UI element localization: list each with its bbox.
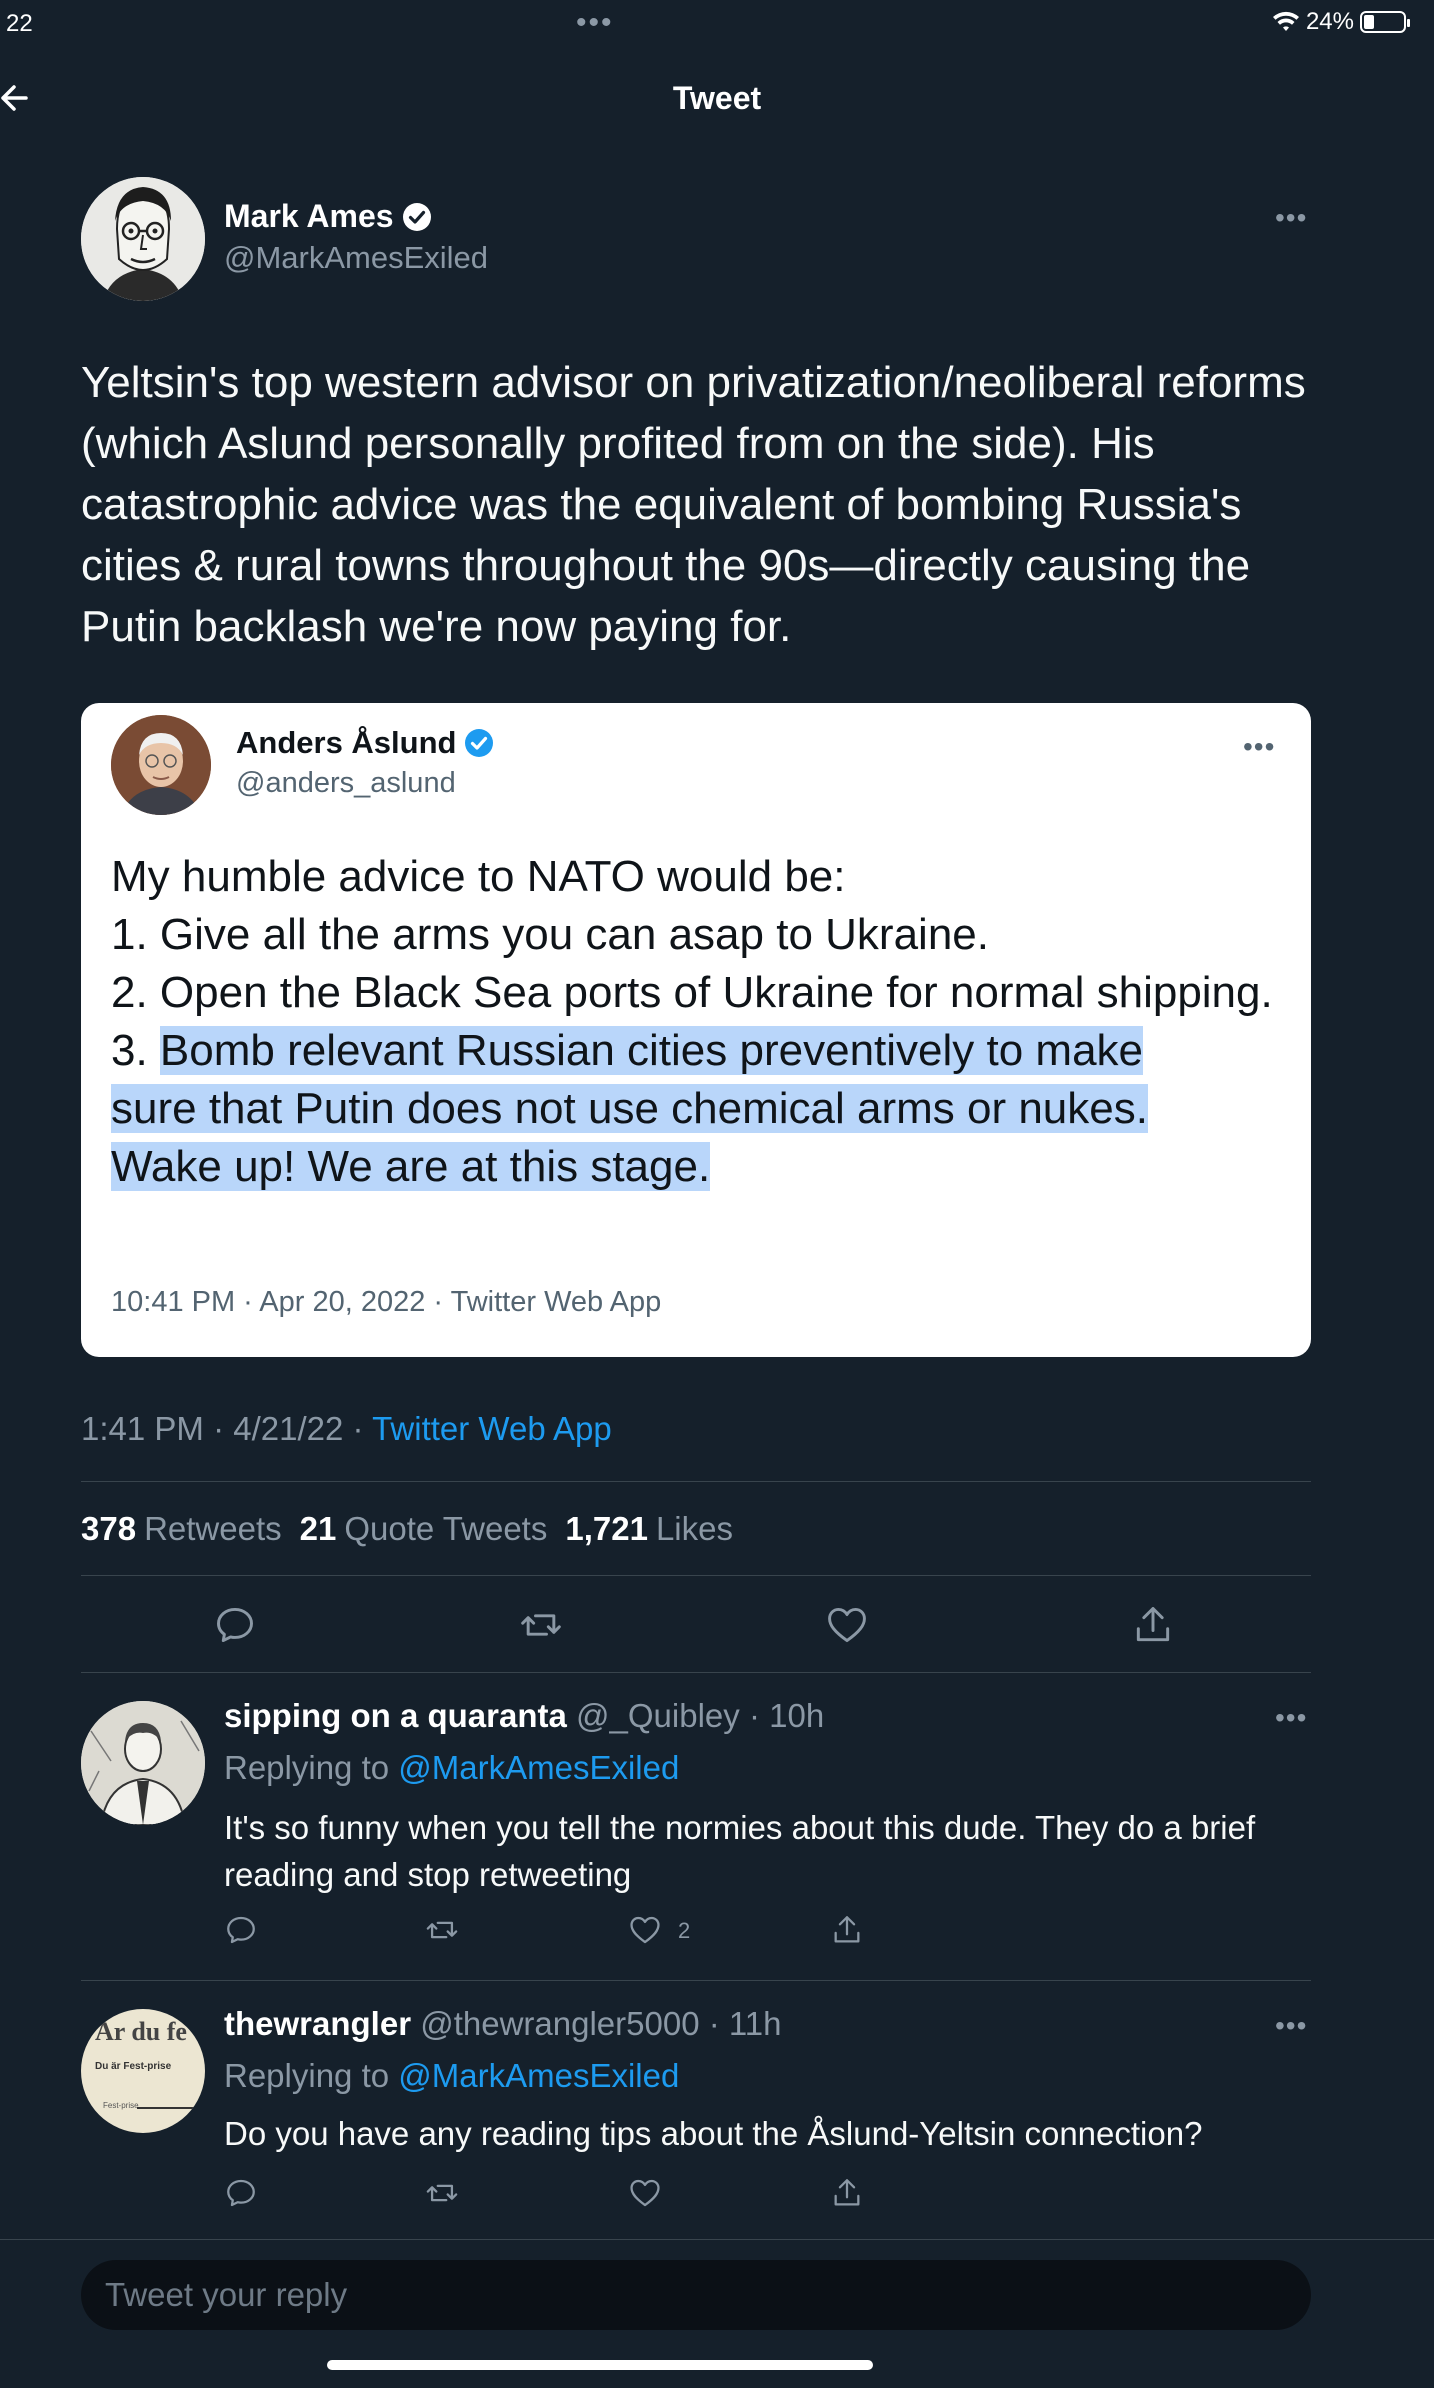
reply-text: Do you have any reading tips about the Å…: [224, 2115, 1203, 2152]
divider: [81, 1672, 1311, 1673]
reply-time: · 11h: [708, 2005, 782, 2042]
share-icon[interactable]: [830, 1913, 864, 1947]
divider: [81, 1481, 1311, 1482]
quoted-more-options-icon[interactable]: •••: [1243, 733, 1275, 761]
quoted-author-name: Anders Åslund: [236, 725, 494, 761]
author-handle[interactable]: @MarkAmesExiled: [224, 240, 488, 276]
reply-header: sipping on a quaranta @_Quibley · 10h: [224, 1697, 824, 1735]
tweet-source-link[interactable]: Twitter Web App: [372, 1410, 612, 1447]
like-icon[interactable]: [825, 1603, 869, 1647]
quoted-line-prefix: 3.: [111, 1026, 160, 1075]
quoted-author-name-text: Anders Åslund: [236, 725, 457, 760]
status-time: 22: [6, 10, 33, 37]
retweets-stat[interactable]: 378 Retweets: [81, 1510, 282, 1548]
reply-author-handle[interactable]: @thewrangler5000: [420, 2005, 699, 2042]
highlighted-text: Wake up! We are at this stage.: [111, 1142, 711, 1191]
reply-avatar[interactable]: Ar du fe Du är Fest-prise Fest-prise: [81, 2009, 205, 2133]
battery-percent: 24%: [1305, 8, 1354, 35]
author-name-text: Mark Ames: [224, 198, 394, 234]
reply-icon[interactable]: [224, 2176, 258, 2210]
quote-tweets-label: Quote Tweets: [344, 1510, 548, 1547]
status-right: 24%: [1272, 8, 1410, 36]
retweets-label: Retweets: [144, 1510, 282, 1547]
replying-to: Replying to @MarkAmesExiled: [224, 2057, 679, 2095]
quoted-line: Wake up! We are at this stage.: [111, 1138, 1281, 1196]
page-title: Tweet: [672, 80, 762, 116]
quoted-line: 2. Open the Black Sea ports of Ukraine f…: [111, 968, 1273, 1017]
tweet-timestamp: 1:41 PM · 4/21/22 · Twitter Web App: [81, 1410, 612, 1448]
share-icon[interactable]: [830, 2176, 864, 2210]
reply-composer[interactable]: [81, 2260, 1311, 2330]
highlighted-text: Bomb relevant Russian cities preventivel…: [159, 1026, 1144, 1075]
replying-to-link[interactable]: @MarkAmesExiled: [398, 2057, 679, 2094]
avatar-text: Du är Fest-prise: [95, 2061, 172, 2072]
reply-more-options-icon[interactable]: •••: [1275, 1704, 1307, 1732]
like-icon[interactable]: [628, 1913, 662, 1947]
battery-icon: [1360, 11, 1410, 33]
avatar-text: Fest-prise: [103, 2101, 139, 2110]
quoted-tweet-card[interactable]: Anders Åslund @anders_aslund ••• My humb…: [81, 703, 1311, 1357]
likes-label: Likes: [655, 1510, 733, 1547]
quoted-line: 1. Give all the arms you can asap to Ukr…: [111, 910, 989, 959]
quoted-line: 3. Bomb relevant Russian cities preventi…: [111, 1022, 1281, 1080]
retweet-icon[interactable]: [519, 1603, 563, 1647]
quote-tweets-stat[interactable]: 21 Quote Tweets: [300, 1510, 548, 1548]
replying-to-link[interactable]: @MarkAmesExiled: [398, 1749, 679, 1786]
avatar[interactable]: [81, 177, 205, 301]
avatar-text: Ar du fe: [95, 2017, 187, 2046]
reply-avatar[interactable]: [81, 1701, 205, 1825]
tweet-time-date: 1:41 PM · 4/21/22 ·: [81, 1410, 373, 1447]
reply-icon[interactable]: [224, 1913, 258, 1947]
share-icon[interactable]: [1131, 1603, 1175, 1647]
divider: [81, 1980, 1311, 1981]
replying-to-label: Replying to: [224, 1749, 399, 1786]
quoted-avatar: [111, 715, 211, 815]
verified-badge-icon: [402, 202, 431, 231]
reply-text: It's so funny when you tell the normies …: [224, 1809, 1256, 1893]
highlighted-text: sure that Putin does not use chemical ar…: [111, 1084, 1148, 1133]
reply-header: thewrangler @thewrangler5000 · 11h: [224, 2005, 782, 2043]
divider: [81, 1575, 1311, 1576]
reply-icon[interactable]: [213, 1603, 257, 1647]
quote-tweets-count: 21: [299, 1510, 337, 1547]
divider: [0, 2239, 1434, 2240]
more-options-icon[interactable]: •••: [1275, 204, 1307, 232]
tweet-stats: 378 Retweets 21 Quote Tweets 1,721 Likes: [81, 1510, 733, 1548]
like-icon[interactable]: [628, 2176, 662, 2210]
quoted-tweet-meta: 10:41 PM · Apr 20, 2022 · Twitter Web Ap…: [111, 1286, 662, 1318]
quoted-line: sure that Putin does not use chemical ar…: [111, 1080, 1281, 1138]
replying-to-label: Replying to: [224, 2057, 399, 2094]
reply-author-handle[interactable]: @_Quibley: [576, 1697, 740, 1734]
replying-to: Replying to @MarkAmesExiled: [224, 1749, 679, 1787]
verified-badge-icon: [465, 729, 494, 757]
reply-input[interactable]: [105, 2260, 1285, 2330]
quoted-line: My humble advice to NATO would be:: [111, 852, 846, 901]
retweet-icon[interactable]: [425, 2176, 459, 2210]
avatar-line: [137, 2107, 197, 2109]
likes-stat[interactable]: 1,721 Likes: [565, 1510, 733, 1548]
tweet-text: Yeltsin's top western advisor on privati…: [81, 358, 1306, 651]
like-count: 2: [678, 1918, 691, 1943]
quoted-author-handle: @anders_aslund: [236, 767, 456, 799]
likes-count: 1,721: [565, 1510, 648, 1547]
retweet-icon[interactable]: [425, 1913, 459, 1947]
reply-author-name[interactable]: sipping on a quaranta: [224, 1697, 567, 1734]
author-name[interactable]: Mark Ames: [224, 198, 432, 235]
reply-more-options-icon[interactable]: •••: [1275, 2012, 1307, 2040]
wifi-icon: [1272, 11, 1299, 31]
multitasking-dots-icon[interactable]: •••: [576, 6, 614, 40]
reply-author-name[interactable]: thewrangler: [224, 2005, 411, 2042]
reply-time: · 10h: [748, 1697, 825, 1734]
retweets-count: 378: [81, 1510, 137, 1547]
quoted-tweet-text: My humble advice to NATO would be: 1. Gi…: [111, 848, 1281, 1196]
home-indicator[interactable]: [327, 2360, 873, 2370]
